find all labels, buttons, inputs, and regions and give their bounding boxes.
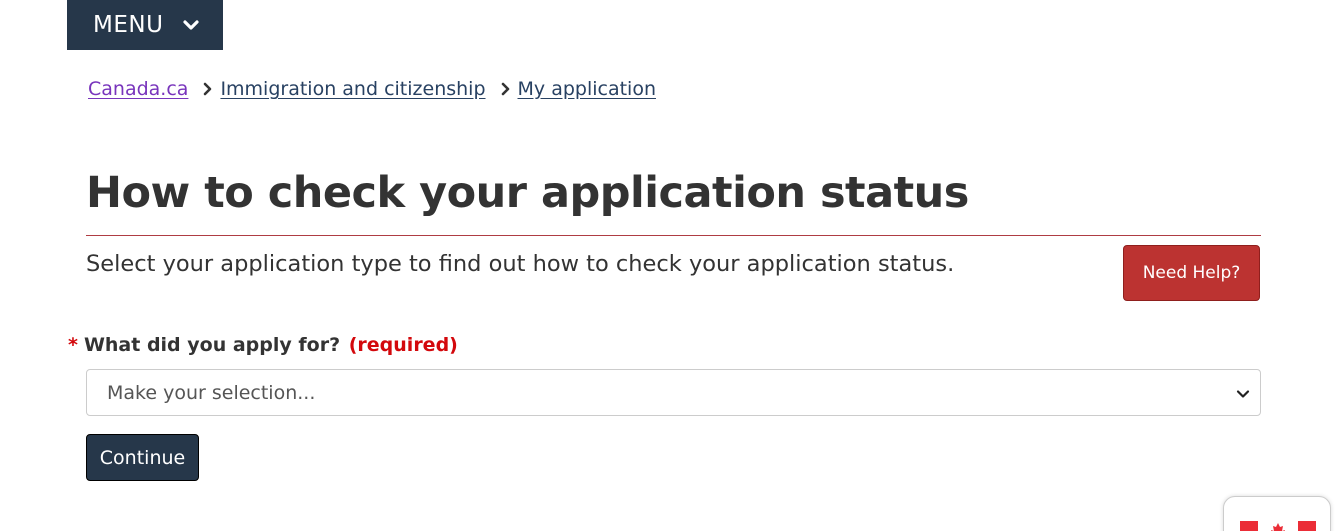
required-marker: * [68,334,78,356]
chevron-down-icon [1236,382,1250,404]
breadcrumb: Canada.ca Immigration and citizenship My… [88,78,656,100]
title-divider [86,235,1261,236]
canada-flag-icon [1240,521,1316,531]
page-lead: Select your application type to find out… [86,251,955,277]
application-type-select[interactable]: Make your selection... [86,369,1261,416]
chevron-down-icon [183,19,200,31]
feedback-widget[interactable] [1223,496,1331,531]
page: MENU Canada.ca Immigration and citizensh… [0,0,1337,531]
menu-label: MENU [93,12,164,38]
breadcrumb-link-my-application[interactable]: My application [518,78,656,100]
breadcrumb-link-canada[interactable]: Canada.ca [88,78,188,100]
required-text: (required) [348,334,458,356]
field-label-text: What did you apply for? [83,334,341,356]
continue-button[interactable]: Continue [86,434,199,481]
select-value: Make your selection... [107,381,316,404]
breadcrumb-link-immigration[interactable]: Immigration and citizenship [220,78,485,100]
menu-button[interactable]: MENU [67,0,223,50]
need-help-button[interactable]: Need Help? [1123,245,1260,301]
application-type-label: * What did you apply for? (required) [68,334,458,356]
page-title: How to check your application status [86,168,969,218]
chevron-right-icon [500,82,510,96]
chevron-right-icon [202,82,212,96]
